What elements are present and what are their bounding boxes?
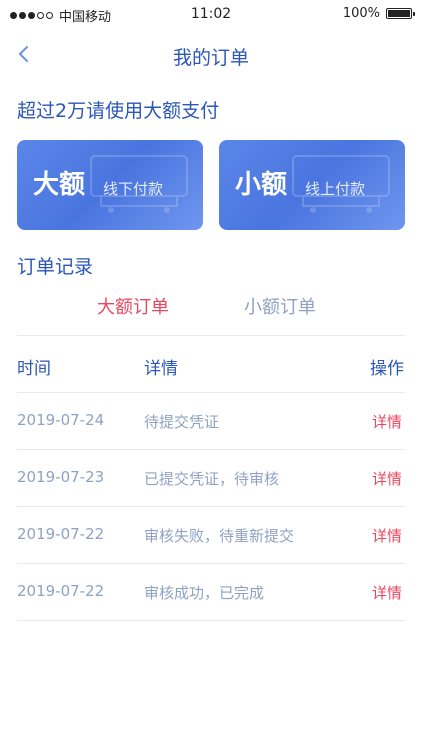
battery-percent: 100% <box>342 6 380 21</box>
page-title: 我的订单 <box>172 47 249 69</box>
status-bar: 中国移动 11:02 100% <box>0 0 422 28</box>
header-detail: 详情 <box>144 359 178 379</box>
small-payment-card[interactable]: 小额 线上付款 <box>219 140 405 230</box>
header-time: 时间 <box>17 359 51 379</box>
divider <box>17 392 405 393</box>
row-detail-link[interactable]: 详情 <box>372 582 402 603</box>
row-status: 审核失败，待重新提交 <box>144 527 295 545</box>
divider <box>17 449 405 450</box>
row-status: 审核成功，已完成 <box>144 584 265 602</box>
row-date: 2019-07-22 <box>17 582 105 600</box>
row-date: 2019-07-23 <box>17 468 105 486</box>
row-status: 已提交凭证，待审核 <box>144 470 280 488</box>
divider <box>17 620 405 621</box>
divider <box>17 506 405 507</box>
large-card-subtitle: 线下付款 <box>103 180 164 198</box>
large-payment-hint: 超过2万请使用大额支付 <box>17 100 220 122</box>
row-date: 2019-07-24 <box>17 411 105 429</box>
small-card-title: 小额 <box>235 170 288 200</box>
tab-small-orders[interactable]: 小额订单 <box>244 293 316 319</box>
tab-large-orders[interactable]: 大额订单 <box>97 293 169 319</box>
row-detail-link[interactable]: 详情 <box>372 525 402 546</box>
divider <box>17 335 405 336</box>
battery-icon <box>386 8 415 19</box>
divider <box>17 563 405 564</box>
row-detail-link[interactable]: 详情 <box>372 411 402 432</box>
battery-status: 100% <box>342 6 415 21</box>
large-payment-card[interactable]: 大额 线下付款 <box>17 140 203 230</box>
records-title: 订单记录 <box>17 256 94 278</box>
header-action: 操作 <box>370 359 404 379</box>
row-detail-link[interactable]: 详情 <box>372 468 402 489</box>
row-date: 2019-07-22 <box>17 525 105 543</box>
large-card-title: 大额 <box>33 170 86 200</box>
nav-bar: 我的订单 <box>0 30 422 80</box>
small-card-subtitle: 线上付款 <box>305 180 366 198</box>
row-status: 待提交凭证 <box>144 413 220 431</box>
